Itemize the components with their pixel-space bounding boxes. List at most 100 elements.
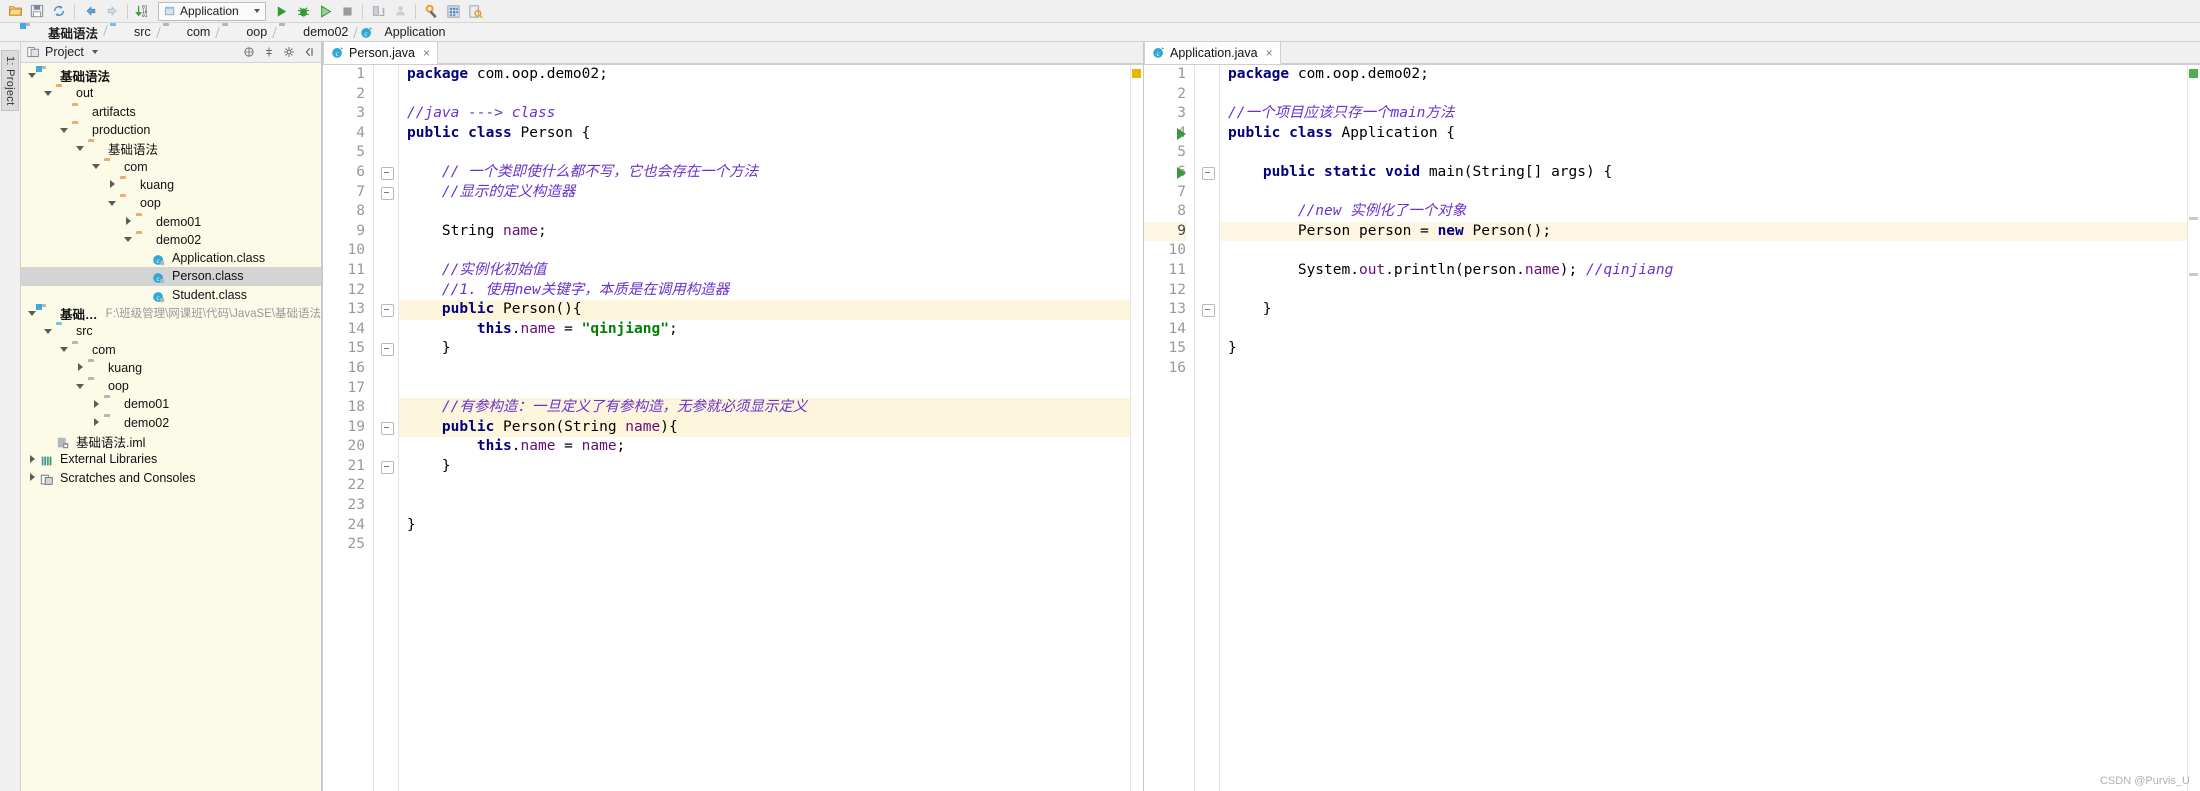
profile-icon[interactable] xyxy=(389,1,411,21)
fold-slot[interactable] xyxy=(374,261,398,281)
fold-slot[interactable] xyxy=(1195,339,1219,359)
chevron-down-icon[interactable] xyxy=(59,344,70,355)
fold-slot[interactable] xyxy=(374,398,398,418)
code-line[interactable]: System.out.println(person.name); //qinji… xyxy=(1220,261,2187,281)
code-line[interactable]: } xyxy=(399,457,1130,477)
code-area-left[interactable]: 1 2 3 4 5 6 7 8 9 10 11 12 13 14 15 16 17 18 19 20 21 22 23 24 2… xyxy=(323,65,1143,791)
tree-node[interactable]: com xyxy=(21,340,321,358)
fold-collapse-icon[interactable] xyxy=(381,343,394,357)
code-line[interactable] xyxy=(1220,143,2187,163)
fold-slot[interactable] xyxy=(374,65,398,85)
code-line[interactable]: public static void main(String[] args) { xyxy=(1220,163,2187,183)
fold-slot[interactable] xyxy=(1195,281,1219,301)
code-line[interactable]: //有参构造：一旦定义了有参构造，无参就必须显示定义 xyxy=(399,398,1130,418)
chevron-down-icon[interactable] xyxy=(123,234,134,245)
fold-slot[interactable] xyxy=(1195,183,1219,203)
close-icon[interactable]: × xyxy=(1266,46,1273,60)
fold-collapse-icon[interactable] xyxy=(381,421,394,435)
tree-node[interactable]: src xyxy=(21,322,321,340)
tree-node[interactable]: kuang xyxy=(21,176,321,194)
fold-slot[interactable] xyxy=(374,457,398,477)
code-line[interactable]: } xyxy=(1220,339,2187,359)
debug-icon[interactable] xyxy=(292,1,314,21)
code-line[interactable] xyxy=(399,476,1130,496)
fold-slot[interactable] xyxy=(1195,241,1219,261)
code-line[interactable]: } xyxy=(1220,300,2187,320)
fold-slot[interactable] xyxy=(1195,85,1219,105)
error-stripe-left[interactable] xyxy=(1130,65,1143,791)
code-line[interactable] xyxy=(399,143,1130,163)
breadcrumb-item-module[interactable]: 基础语法 xyxy=(22,23,108,42)
fold-slot[interactable] xyxy=(1195,222,1219,242)
tree-node[interactable]: artifacts xyxy=(21,103,321,121)
chevron-right-icon[interactable] xyxy=(75,362,86,373)
code-line[interactable]: // 一个类即使什么都不写，它也会存在一个方法 xyxy=(399,163,1130,183)
fold-slot[interactable] xyxy=(374,496,398,516)
code-line[interactable]: //new 实例化了一个对象 xyxy=(1220,202,2187,222)
tree-node[interactable]: out xyxy=(21,84,321,102)
fold-collapse-icon[interactable] xyxy=(381,460,394,474)
fold-collapse-icon[interactable] xyxy=(381,304,394,318)
project-tree[interactable]: 基础语法 out artifacts production 基础语法 com kuang oo… xyxy=(21,63,321,791)
run-configuration-selector[interactable]: Application xyxy=(158,1,266,21)
fold-slot[interactable] xyxy=(374,124,398,144)
fold-slot[interactable] xyxy=(374,320,398,340)
fold-slot[interactable] xyxy=(374,437,398,457)
tree-node[interactable]: Scratches and Consoles xyxy=(21,469,321,487)
fold-slot[interactable] xyxy=(1195,104,1219,124)
chevron-down-icon[interactable] xyxy=(43,88,54,99)
fold-slot[interactable] xyxy=(374,339,398,359)
fold-gutter-right[interactable] xyxy=(1177,65,1220,791)
tree-node[interactable]: 基础语法 xyxy=(21,139,321,157)
warning-marker[interactable] xyxy=(1132,69,1141,78)
fold-slot[interactable] xyxy=(374,222,398,242)
code-line[interactable]: this.name = "qinjiang"; xyxy=(399,320,1130,340)
stop-icon[interactable] xyxy=(336,1,358,21)
back-icon[interactable] xyxy=(79,1,101,21)
breadcrumb-item-src[interactable]: src xyxy=(108,25,161,39)
chevron-down-icon[interactable] xyxy=(59,125,70,136)
fold-slot[interactable] xyxy=(374,476,398,496)
code-line[interactable]: } xyxy=(399,516,1130,536)
tab-application-java[interactable]: c Application.java × xyxy=(1144,41,1281,64)
fold-slot[interactable] xyxy=(1195,261,1219,281)
code-line[interactable]: //实例化初始值 xyxy=(399,261,1130,281)
locate-icon[interactable] xyxy=(261,44,277,60)
chevron-down-icon[interactable] xyxy=(43,326,54,337)
save-icon[interactable] xyxy=(26,1,48,21)
tree-node[interactable]: 基础语法.iml xyxy=(21,432,321,450)
update-app-icon[interactable] xyxy=(367,1,389,21)
search-icon[interactable] xyxy=(464,1,486,21)
chevron-down-icon[interactable] xyxy=(107,198,118,209)
code-line[interactable] xyxy=(399,241,1130,261)
code-line[interactable]: public Person(String name){ xyxy=(399,417,1130,438)
code-line[interactable]: //一个项目应该只存一个main方法 xyxy=(1220,104,2187,124)
run-gutter-icon[interactable] xyxy=(1177,127,1186,140)
fold-collapse-icon[interactable] xyxy=(381,186,394,200)
fold-slot[interactable] xyxy=(374,535,398,555)
tree-node[interactable]: demo02 xyxy=(21,231,321,249)
code-line[interactable] xyxy=(399,496,1130,516)
tree-node[interactable]: External Libraries xyxy=(21,450,321,468)
tree-node[interactable]: 基础语法 F:\班级管理\网课班\代码\JavaSE\基础语法 xyxy=(21,304,321,322)
sidebar-item-project[interactable]: 1: Project xyxy=(1,50,19,112)
collapse-all-icon[interactable] xyxy=(241,44,257,60)
structure-icon[interactable] xyxy=(442,1,464,21)
fold-slot[interactable] xyxy=(374,379,398,399)
fold-slot[interactable] xyxy=(374,359,398,379)
code-line[interactable]: package com.oop.demo02; xyxy=(399,65,1130,85)
chevron-down-icon[interactable] xyxy=(91,161,102,172)
breadcrumb-item-oop[interactable]: oop xyxy=(220,25,277,39)
run-gutter-icon[interactable] xyxy=(1177,166,1186,179)
code-line[interactable] xyxy=(1220,359,2187,379)
forward-icon[interactable] xyxy=(101,1,123,21)
code-line[interactable]: public Person(){ xyxy=(399,300,1130,320)
chevron-right-icon[interactable] xyxy=(27,454,38,465)
code-line[interactable] xyxy=(399,85,1130,105)
fold-slot[interactable] xyxy=(374,85,398,105)
code-line[interactable] xyxy=(1220,183,2187,203)
chevron-down-icon[interactable] xyxy=(75,143,86,154)
fold-slot[interactable] xyxy=(1195,65,1219,85)
code-content-right[interactable]: package com.oop.demo02; //一个项目应该只存一个main… xyxy=(1220,65,2187,791)
code-line[interactable] xyxy=(399,379,1130,399)
